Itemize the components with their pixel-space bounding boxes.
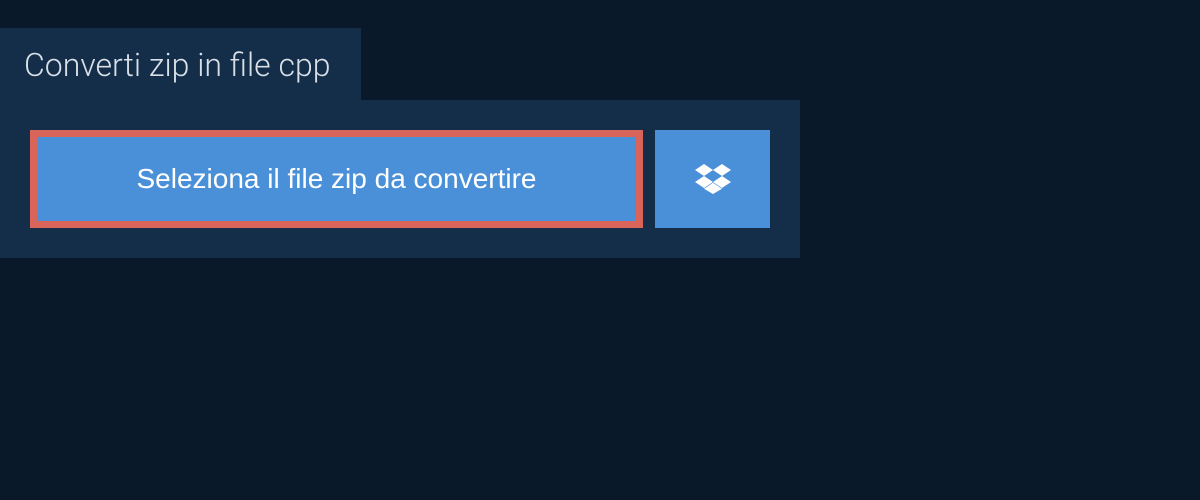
select-file-button[interactable]: Seleziona il file zip da convertire: [30, 130, 643, 228]
dropbox-icon: [695, 161, 731, 197]
select-file-label: Seleziona il file zip da convertire: [137, 163, 537, 195]
page-title: Converti zip in file cpp: [24, 46, 331, 84]
upload-panel: Seleziona il file zip da convertire: [0, 100, 800, 258]
app-container: Converti zip in file cpp Seleziona il fi…: [0, 0, 1200, 500]
dropbox-button[interactable]: [655, 130, 770, 228]
tab-header: Converti zip in file cpp: [0, 28, 361, 102]
